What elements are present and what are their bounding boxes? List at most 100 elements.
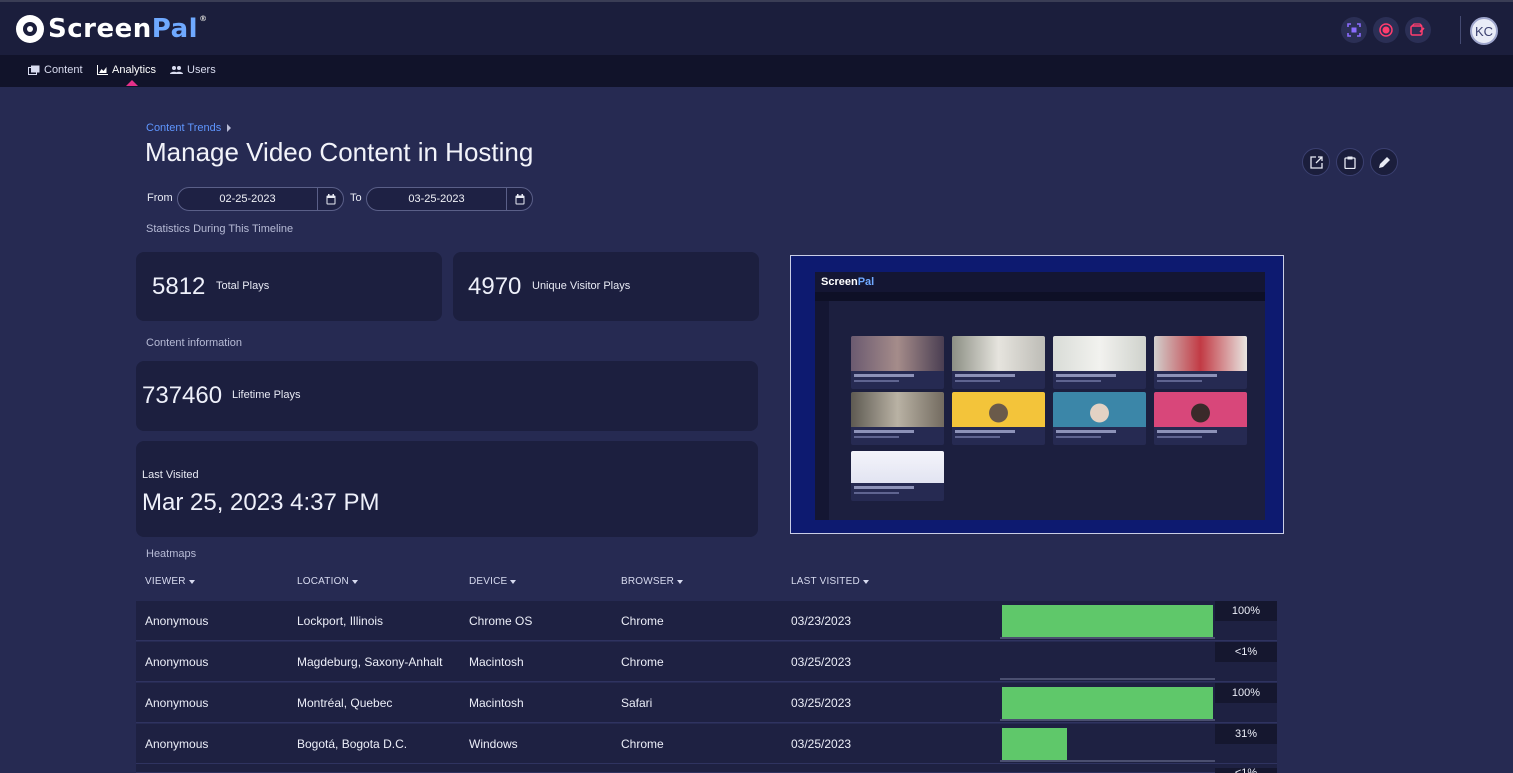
preview-thumb (1053, 336, 1146, 389)
breadcrumb: Content Trends (146, 122, 232, 134)
logo-icon (16, 15, 44, 43)
heatmap-bar-track (1000, 719, 1215, 721)
record-button[interactable] (1373, 17, 1399, 43)
heatmap-bar (1000, 685, 1215, 721)
cell-last-visited: 03/25/2023 (791, 737, 852, 751)
bar-percent: 31% (1215, 724, 1277, 744)
calendar-icon[interactable] (317, 188, 343, 210)
table-row[interactable]: Anonymous Lockport, Illinois Chrome OS Chro… (136, 601, 1277, 641)
breadcrumb-link[interactable]: Content Trends (146, 122, 221, 134)
bar-percent: 100% (1215, 683, 1277, 703)
nav-item-users[interactable]: Users (170, 64, 216, 76)
cell-viewer: Anonymous (145, 696, 209, 710)
clipboard-icon (1344, 156, 1356, 169)
heatmap-bar-fill (1002, 605, 1213, 639)
last-visited-value: Mar 25, 2023 4:37 PM (142, 489, 380, 516)
heatmap-bar (1000, 726, 1215, 762)
open-external-button[interactable] (1302, 148, 1330, 176)
title-actions (1302, 148, 1398, 176)
cell-last-visited: 03/23/2023 (791, 614, 852, 628)
user-avatar[interactable]: KC (1470, 17, 1498, 45)
content-info-label: Content information (146, 337, 242, 349)
preview-thumb (952, 392, 1045, 445)
preview-thumb (1154, 392, 1247, 445)
cell-viewer: Anonymous (145, 737, 209, 751)
cell-browser: Chrome (621, 737, 664, 751)
from-label: From (147, 192, 173, 204)
video-preview[interactable]: ScreenPal (790, 255, 1284, 534)
sort-caret-icon (510, 579, 517, 584)
column-header-viewer[interactable]: VIEWER (145, 576, 195, 587)
cell-last-visited: 03/25/2023 (791, 696, 852, 710)
heatmap-bar (1000, 603, 1215, 639)
sort-caret-icon (862, 579, 869, 584)
screenshot-icon (1347, 23, 1361, 37)
cell-device: Macintosh (469, 655, 524, 669)
cell-device: Macintosh (469, 696, 524, 710)
to-date-value: 03-25-2023 (408, 193, 465, 205)
edit-button[interactable] (1370, 148, 1398, 176)
to-label: To (350, 192, 362, 204)
column-header-location[interactable]: LOCATION (297, 576, 358, 587)
cell-browser: Chrome (621, 614, 664, 628)
table-row[interactable]: Anonymous Magdeburg, Saxony-Anhalt Macinto… (136, 642, 1277, 682)
table-row[interactable]: Anonymous Bogotá, Bogota D.C. Windows Chrom… (136, 724, 1277, 764)
bar-percent: 100% (1215, 601, 1277, 621)
heatmap-bar (1000, 644, 1215, 680)
content-icon (28, 65, 40, 75)
top-actions (1341, 17, 1431, 43)
sort-caret-icon (351, 579, 358, 584)
bar-percent: <1% (1215, 768, 1277, 773)
heatmaps-label: Heatmaps (146, 548, 197, 560)
heatmap-bar-track (1000, 637, 1215, 639)
cell-device: Windows (469, 737, 518, 751)
screenpal-logo[interactable]: ScreenPal® (16, 14, 208, 44)
table-row[interactable]: Anonymous Montréal, Quebec Macintosh Safari… (136, 683, 1277, 723)
unique-plays-card: 4970 Unique Visitor Plays (453, 252, 759, 321)
preview-thumb (1053, 392, 1146, 445)
column-header-last-visited[interactable]: LAST VISITED (791, 576, 869, 587)
logo-text: ScreenPal® (48, 14, 208, 44)
cell-device: Chrome OS (469, 614, 533, 628)
unique-plays-value: 4970 (468, 273, 522, 300)
page-title: Manage Video Content in Hosting (145, 137, 534, 167)
total-plays-card: 5812 Total Plays (136, 252, 442, 321)
preview-thumb (1154, 336, 1247, 389)
column-header-browser[interactable]: BROWSER (621, 576, 684, 587)
column-header-device[interactable]: DEVICE (469, 576, 517, 587)
preview-thumb (851, 451, 944, 501)
from-date-input[interactable]: 02-25-2023 (177, 187, 344, 211)
preview-thumb (851, 336, 944, 389)
preview-screenshot: ScreenPal (815, 272, 1265, 520)
users-icon (170, 66, 183, 74)
calendar-icon[interactable] (506, 188, 532, 210)
from-date-value: 02-25-2023 (219, 193, 276, 205)
nav-item-content[interactable]: Content (28, 64, 83, 76)
to-date-input[interactable]: 03-25-2023 (366, 187, 533, 211)
chevron-right-icon (227, 124, 232, 132)
screenshot-button[interactable] (1341, 17, 1367, 43)
chart-icon (97, 65, 108, 75)
total-plays-label: Total Plays (216, 280, 270, 292)
bar-percent: <1% (1215, 642, 1277, 662)
unique-plays-label: Unique Visitor Plays (532, 280, 631, 292)
heatmap-bar-fill (1002, 728, 1067, 762)
heatmap-bar-track (1000, 678, 1215, 680)
preview-nav (815, 292, 1265, 301)
nav-item-analytics[interactable]: Analytics (97, 64, 156, 76)
cell-location: Magdeburg, Saxony-Anhalt (297, 655, 443, 669)
preview-sidebar (815, 301, 829, 520)
cell-viewer: Anonymous (145, 655, 209, 669)
timeline-label: Statistics During This Timeline (146, 223, 294, 235)
total-plays-value: 5812 (152, 273, 206, 300)
cell-browser: Safari (621, 696, 653, 710)
sort-caret-icon (677, 579, 684, 584)
video-editor-button[interactable] (1405, 17, 1431, 43)
preview-thumb (851, 392, 944, 445)
divider (1460, 16, 1461, 44)
copy-button[interactable] (1336, 148, 1364, 176)
top-bar: ScreenPal® KC (0, 0, 1513, 55)
table-row-partial[interactable]: <1% (136, 764, 1277, 773)
active-tab-indicator (126, 80, 138, 86)
heatmap-bar-track (1000, 760, 1215, 762)
